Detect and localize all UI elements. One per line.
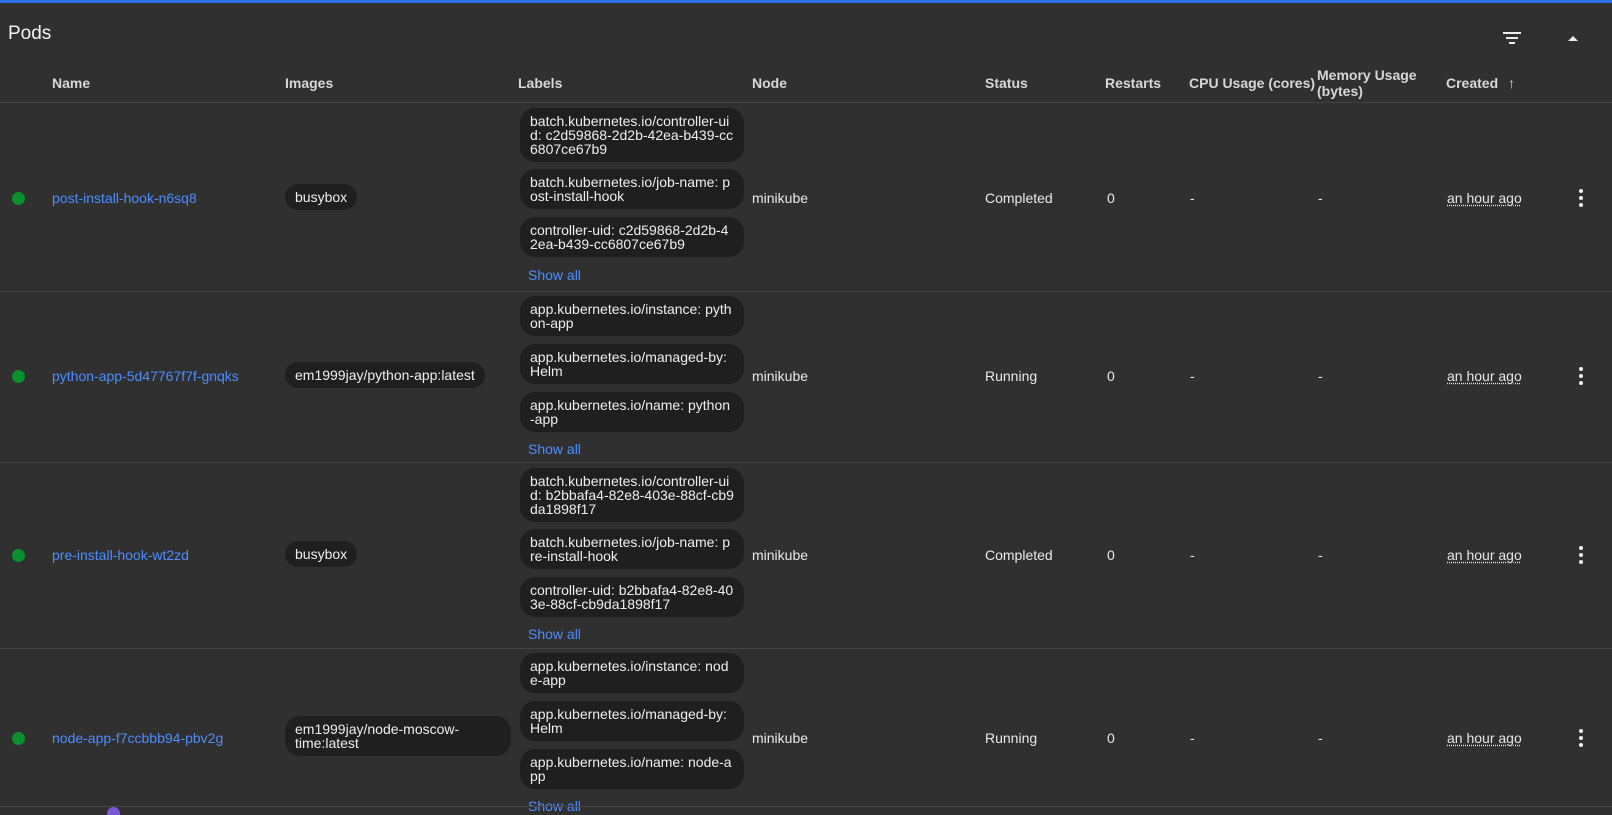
status-badge-icon — [107, 807, 120, 815]
page-title: Pods — [8, 23, 52, 44]
image-chip: busybox — [285, 541, 358, 567]
column-header-restarts[interactable]: Restarts — [1105, 76, 1161, 91]
node-cell: minikube — [752, 547, 809, 563]
column-header-created-label: Created — [1446, 75, 1499, 91]
created-cell: an hour ago — [1447, 547, 1522, 563]
label-chip: batch.kubernetes.io/controller-uid: b2bb… — [520, 468, 744, 522]
label-chip: app.kubernetes.io/name: node-app — [520, 749, 744, 789]
filter-button[interactable] — [1497, 23, 1527, 53]
created-cell: an hour ago — [1447, 730, 1522, 746]
image-chip: busybox — [285, 184, 358, 210]
status-cell: Completed — [985, 190, 1053, 206]
status-dot-icon — [12, 732, 25, 745]
memory-usage-cell: - — [1318, 730, 1323, 746]
pod-name-cell: post-install-hook-n6sq8 — [52, 190, 197, 206]
status-cell: Running — [985, 368, 1038, 384]
table-row[interactable]: python-app-5d47767f7f-gnqks em1999jay/py… — [0, 292, 1612, 463]
pods-panel: Pods Name Images Labels Node Status Rest… — [0, 3, 1612, 815]
bottom-divider — [0, 806, 1612, 807]
show-all-labels-link[interactable]: Show all — [528, 441, 581, 457]
more-vertical-icon[interactable] — [1572, 364, 1590, 388]
label-chip: app.kubernetes.io/name: python-app — [520, 392, 744, 432]
label-chip: controller-uid: c2d59868-2d2b-42ea-b439-… — [520, 217, 744, 257]
restarts-cell: 0 — [1107, 547, 1115, 563]
pod-name-cell: node-app-f7ccbbb94-pbv2g — [52, 730, 223, 746]
pod-name-cell: pre-install-hook-wt2zd — [52, 547, 189, 563]
cpu-usage-cell: - — [1190, 368, 1195, 384]
node-cell: minikube — [752, 730, 809, 746]
cpu-usage-cell: - — [1190, 190, 1195, 206]
column-header-memory-line-2: (bytes) — [1317, 83, 1363, 99]
show-all-labels-link[interactable]: Show all — [528, 267, 581, 283]
more-vertical-icon[interactable] — [1572, 186, 1590, 210]
label-chip: controller-uid: b2bbafa4-82e8-403e-88cf-… — [520, 577, 744, 617]
table-row[interactable]: post-install-hook-n6sq8 busybox batch.ku… — [0, 103, 1612, 292]
show-all-labels-link[interactable]: Show all — [528, 626, 581, 642]
memory-usage-cell: - — [1318, 190, 1323, 206]
column-header-node[interactable]: Node — [752, 76, 787, 91]
status-dot-icon — [12, 370, 25, 383]
created-cell: an hour ago — [1447, 368, 1522, 384]
pod-name-link[interactable]: pre-install-hook-wt2zd — [52, 547, 189, 563]
label-chip: batch.kubernetes.io/job-name: pre-instal… — [520, 529, 744, 569]
image-chip: em1999jay/node-moscow-time:latest — [285, 716, 511, 756]
column-header-labels[interactable]: Labels — [518, 76, 562, 91]
pod-name-link[interactable]: node-app-f7ccbbb94-pbv2g — [52, 730, 223, 746]
table-row[interactable]: pre-install-hook-wt2zd busybox batch.kub… — [0, 463, 1612, 649]
status-cell: Running — [985, 730, 1038, 746]
status-cell: Completed — [985, 547, 1053, 563]
memory-usage-cell: - — [1318, 368, 1323, 384]
cpu-usage-cell: - — [1190, 730, 1195, 746]
column-header-cpu[interactable]: CPU Usage (cores) — [1189, 76, 1315, 91]
column-header-created[interactable]: Created ↑ — [1446, 76, 1515, 91]
memory-usage-cell: - — [1318, 547, 1323, 563]
filter-icon — [1503, 32, 1521, 44]
label-chip: batch.kubernetes.io/controller-uid: c2d5… — [520, 108, 744, 162]
column-header-name[interactable]: Name — [52, 76, 90, 91]
pod-name-link[interactable]: post-install-hook-n6sq8 — [52, 190, 197, 206]
restarts-cell: 0 — [1107, 730, 1115, 746]
label-chip: batch.kubernetes.io/job-name: post-insta… — [520, 169, 744, 209]
table-row[interactable]: node-app-f7ccbbb94-pbv2g em1999jay/node-… — [0, 649, 1612, 814]
column-header-images[interactable]: Images — [285, 76, 333, 91]
created-cell: an hour ago — [1447, 190, 1522, 206]
restarts-cell: 0 — [1107, 190, 1115, 206]
status-dot-icon — [12, 192, 25, 205]
pod-name-link[interactable]: python-app-5d47767f7f-gnqks — [52, 368, 239, 384]
label-chip: app.kubernetes.io/managed-by: Helm — [520, 344, 744, 384]
column-header-memory-line-1: Memory Usage — [1317, 67, 1417, 83]
more-vertical-icon[interactable] — [1572, 543, 1590, 567]
column-header-status[interactable]: Status — [985, 76, 1028, 91]
node-cell: minikube — [752, 368, 809, 384]
label-chip: app.kubernetes.io/instance: python-app — [520, 296, 744, 336]
column-header-memory[interactable]: Memory Usage (bytes) — [1317, 67, 1417, 99]
label-chip: app.kubernetes.io/instance: node-app — [520, 653, 744, 693]
pod-name-cell: python-app-5d47767f7f-gnqks — [52, 368, 239, 384]
restarts-cell: 0 — [1107, 368, 1115, 384]
image-chip: em1999jay/python-app:latest — [285, 362, 485, 388]
label-chip: app.kubernetes.io/managed-by: Helm — [520, 701, 744, 741]
status-dot-icon — [12, 549, 25, 562]
panel-header: Pods — [0, 3, 1612, 61]
more-vertical-icon[interactable] — [1572, 726, 1590, 750]
collapse-button[interactable] — [1558, 23, 1588, 53]
chevron-up-icon — [1568, 36, 1578, 41]
cpu-usage-cell: - — [1190, 547, 1195, 563]
arrow-up-icon: ↑ — [1508, 75, 1516, 91]
node-cell: minikube — [752, 190, 809, 206]
